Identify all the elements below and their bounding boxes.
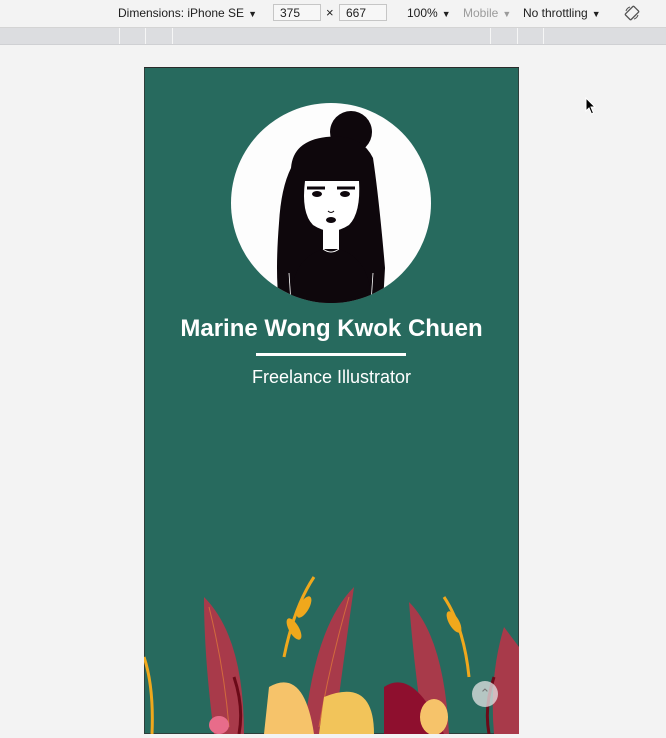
zoom-label: 100% (407, 6, 438, 20)
throttling-label: No throttling (523, 6, 588, 20)
device-viewport: Marine Wong Kwok Chuen Freelance Illustr… (144, 67, 519, 734)
device-type-label: Mobile (463, 6, 499, 20)
profile-role: Freelance Illustrator (251, 367, 412, 387)
caret-down-icon: ▼ (591, 9, 601, 19)
zoom-dropdown[interactable]: 100% ▼ (407, 6, 451, 20)
devtools-toolbar: Dimensions: iPhone SE ▼ 375 × 667 100% ▼ M… (0, 0, 666, 28)
media-query-ruler[interactable] (0, 28, 666, 45)
rotate-icon[interactable] (624, 5, 640, 24)
device-type-dropdown[interactable]: Mobile ▼ (463, 6, 511, 20)
height-input[interactable]: 667 (339, 4, 387, 21)
throttling-dropdown[interactable]: No throttling ▼ (523, 6, 601, 20)
profile-name: Marine Wong Kwok Chuen (180, 315, 483, 342)
avatar-illustration (277, 111, 385, 303)
caret-down-icon: ▼ (502, 9, 512, 19)
scroll-to-top-icon: ⌃ (479, 686, 491, 701)
caret-down-icon: ▼ (441, 9, 451, 19)
avatar (231, 103, 431, 303)
device-dimensions-dropdown[interactable]: Dimensions: iPhone SE ▼ (118, 6, 257, 20)
mouse-cursor-icon (585, 96, 597, 120)
foliage-illustration (144, 576, 519, 734)
times-symbol: × (326, 5, 334, 20)
width-input[interactable]: 375 (273, 4, 321, 21)
dimensions-label: Dimensions: iPhone SE (118, 6, 245, 20)
caret-down-icon: ▼ (248, 9, 257, 19)
title-divider (256, 353, 406, 356)
scroll-to-top-button[interactable]: ⌃ (472, 681, 498, 707)
